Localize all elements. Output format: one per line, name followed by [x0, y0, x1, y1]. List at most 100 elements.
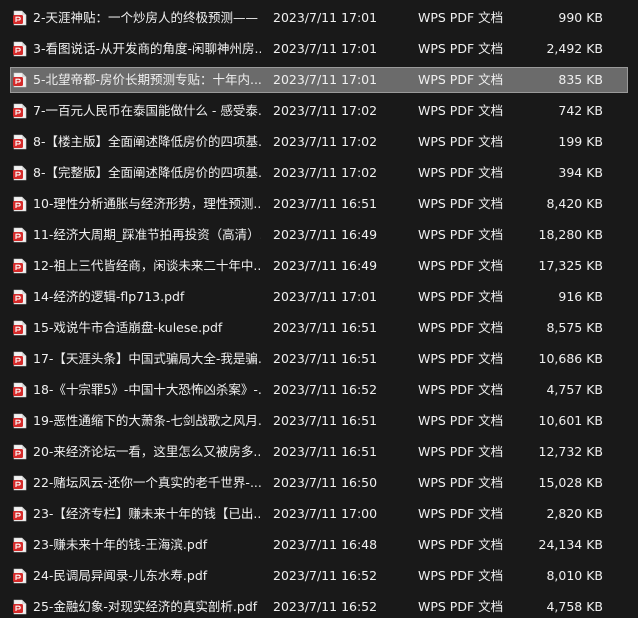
file-name: 12-祖上三代皆经商，闲谈未来二十年中... — [33, 258, 261, 273]
pdf-file-icon — [13, 568, 27, 584]
pdf-file-icon — [13, 444, 27, 460]
file-modified-date: 2023/7/11 17:01 — [273, 10, 378, 25]
pdf-file-icon — [13, 41, 27, 57]
file-row[interactable]: 12-祖上三代皆经商，闲谈未来二十年中... 2023/7/11 16:49 WPS… — [10, 253, 628, 279]
file-size: 2,820 KB — [546, 506, 603, 521]
file-name: 2-天涯神贴：一个炒房人的终极预测—— — [33, 10, 258, 25]
file-name: 14-经济的逻辑-flp713.pdf — [33, 289, 185, 304]
file-modified-date: 2023/7/11 17:02 — [273, 103, 378, 118]
file-modified-date: 2023/7/11 17:02 — [273, 165, 378, 180]
file-row[interactable]: 7-一百元人民币在泰国能做什么 - 感受泰... 2023/7/11 17:02 W… — [10, 98, 628, 124]
file-row[interactable]: 17-【天涯头条】中国式骗局大全-我是骗... 2023/7/11 16:51 WP… — [10, 346, 628, 372]
pdf-file-icon — [13, 537, 27, 553]
file-name: 25-金融幻象-对现实经济的真实剖析.pdf — [33, 599, 258, 614]
file-row[interactable]: 22-赌坛风云-还你一个真实的老千世界-... 2023/7/11 16:50 WP… — [10, 470, 628, 496]
file-modified-date: 2023/7/11 16:51 — [273, 196, 378, 211]
pdf-file-icon — [13, 258, 27, 274]
file-modified-date: 2023/7/11 16:51 — [273, 444, 378, 459]
file-type: WPS PDF 文档 — [418, 289, 504, 304]
file-row[interactable]: 15-戏说牛市合适崩盘-kulese.pdf 2023/7/11 16:51 WPS… — [10, 315, 628, 341]
pdf-file-icon — [13, 165, 27, 181]
file-type: WPS PDF 文档 — [418, 599, 504, 614]
file-row[interactable]: 20-来经济论坛一看，这里怎么又被房多... 2023/7/11 16:51 WPS… — [10, 439, 628, 465]
file-row[interactable]: 2-天涯神贴：一个炒房人的终极预测—— 2023/7/11 17:01 WPS PD… — [10, 5, 628, 31]
file-type: WPS PDF 文档 — [418, 537, 504, 552]
file-name: 11-经济大周期_踩准节拍再投资（高清）... — [33, 227, 261, 242]
file-name: 24-民调局异闻录-儿东水寿.pdf — [33, 568, 208, 583]
pdf-file-icon — [13, 72, 27, 88]
file-modified-date: 2023/7/11 16:51 — [273, 320, 378, 335]
file-size: 199 KB — [558, 134, 603, 149]
file-name: 23-【经济专栏】赚未来十年的钱【已出... — [33, 506, 261, 521]
file-size: 4,758 KB — [546, 599, 603, 614]
file-name: 8-【完整版】全面阐述降低房价的四项基... — [33, 165, 261, 180]
file-modified-date: 2023/7/11 16:49 — [273, 227, 378, 242]
file-size: 916 KB — [558, 289, 603, 304]
file-size: 24,134 KB — [538, 537, 603, 552]
file-type: WPS PDF 文档 — [418, 382, 504, 397]
file-type: WPS PDF 文档 — [418, 444, 504, 459]
file-type: WPS PDF 文档 — [418, 258, 504, 273]
file-modified-date: 2023/7/11 16:52 — [273, 568, 378, 583]
file-type: WPS PDF 文档 — [418, 41, 504, 56]
file-modified-date: 2023/7/11 17:00 — [273, 506, 378, 521]
file-name: 15-戏说牛市合适崩盘-kulese.pdf — [33, 320, 223, 335]
file-size: 10,686 KB — [538, 351, 603, 366]
file-size: 8,575 KB — [546, 320, 603, 335]
file-modified-date: 2023/7/11 16:48 — [273, 537, 378, 552]
file-row[interactable]: 5-北望帝都-房价长期预测专贴：十年内... 2023/7/11 17:01 WPS… — [10, 67, 628, 93]
file-modified-date: 2023/7/11 16:52 — [273, 599, 378, 614]
pdf-file-icon — [13, 10, 27, 26]
file-type: WPS PDF 文档 — [418, 72, 504, 87]
file-name: 19-恶性通缩下的大萧条-七剑战歌之风月... — [33, 413, 261, 428]
file-type: WPS PDF 文档 — [418, 227, 504, 242]
file-modified-date: 2023/7/11 17:02 — [273, 134, 378, 149]
file-name: 17-【天涯头条】中国式骗局大全-我是骗... — [33, 351, 261, 366]
file-row[interactable]: 19-恶性通缩下的大萧条-七剑战歌之风月... 2023/7/11 16:51 WP… — [10, 408, 628, 434]
file-type: WPS PDF 文档 — [418, 165, 504, 180]
file-name: 23-赚未来十年的钱-王海滨.pdf — [33, 537, 208, 552]
pdf-file-icon — [13, 599, 27, 615]
pdf-file-icon — [13, 103, 27, 119]
pdf-file-icon — [13, 506, 27, 522]
file-row[interactable]: 10-理性分析通胀与经济形势，理性预测... 2023/7/11 16:51 WPS… — [10, 191, 628, 217]
file-row[interactable]: 23-【经济专栏】赚未来十年的钱【已出... 2023/7/11 17:00 WPS… — [10, 501, 628, 527]
file-row[interactable]: 25-金融幻象-对现实经济的真实剖析.pdf 2023/7/11 16:52 WPS… — [10, 594, 628, 618]
file-modified-date: 2023/7/11 17:01 — [273, 289, 378, 304]
file-row[interactable]: 24-民调局异闻录-儿东水寿.pdf 2023/7/11 16:52 WPS PDF… — [10, 563, 628, 589]
file-row[interactable]: 3-看图说话-从开发商的角度-闲聊神州房... 2023/7/11 17:01 WP… — [10, 36, 628, 62]
file-size: 394 KB — [558, 165, 603, 180]
file-name: 20-来经济论坛一看，这里怎么又被房多... — [33, 444, 261, 459]
file-row[interactable]: 11-经济大周期_踩准节拍再投资（高清）... 2023/7/11 16:49 WP… — [10, 222, 628, 248]
file-name: 3-看图说话-从开发商的角度-闲聊神州房... — [33, 41, 261, 56]
file-type: WPS PDF 文档 — [418, 320, 504, 335]
file-row[interactable]: 18-《十宗罪5》-中国十大恐怖凶杀案》-... 2023/7/11 16:52 W… — [10, 377, 628, 403]
file-size: 15,028 KB — [538, 475, 603, 490]
file-modified-date: 2023/7/11 16:50 — [273, 475, 378, 490]
file-row[interactable]: 8-【楼主版】全面阐述降低房价的四项基... 2023/7/11 17:02 WPS… — [10, 129, 628, 155]
file-type: WPS PDF 文档 — [418, 506, 504, 521]
file-modified-date: 2023/7/11 16:52 — [273, 382, 378, 397]
pdf-file-icon — [13, 134, 27, 150]
file-name: 5-北望帝都-房价长期预测专贴：十年内... — [33, 72, 261, 87]
file-size: 742 KB — [558, 103, 603, 118]
file-row[interactable]: 8-【完整版】全面阐述降低房价的四项基... 2023/7/11 17:02 WPS… — [10, 160, 628, 186]
pdf-file-icon — [13, 320, 27, 336]
pdf-file-icon — [13, 475, 27, 491]
file-row[interactable]: 23-赚未来十年的钱-王海滨.pdf 2023/7/11 16:48 WPS PDF… — [10, 532, 628, 558]
pdf-file-icon — [13, 289, 27, 305]
file-type: WPS PDF 文档 — [418, 413, 504, 428]
file-type: WPS PDF 文档 — [418, 351, 504, 366]
file-name: 7-一百元人民币在泰国能做什么 - 感受泰... — [33, 103, 261, 118]
file-name: 10-理性分析通胀与经济形势，理性预测... — [33, 196, 261, 211]
pdf-file-icon — [13, 196, 27, 212]
file-size: 835 KB — [558, 72, 603, 87]
file-type: WPS PDF 文档 — [418, 103, 504, 118]
pdf-file-icon — [13, 382, 27, 398]
pdf-file-icon — [13, 413, 27, 429]
file-type: WPS PDF 文档 — [418, 568, 504, 583]
file-size: 2,492 KB — [546, 41, 603, 56]
file-row[interactable]: 14-经济的逻辑-flp713.pdf 2023/7/11 17:01 WPS PD… — [10, 284, 628, 310]
pdf-file-icon — [13, 351, 27, 367]
pdf-file-icon — [13, 227, 27, 243]
